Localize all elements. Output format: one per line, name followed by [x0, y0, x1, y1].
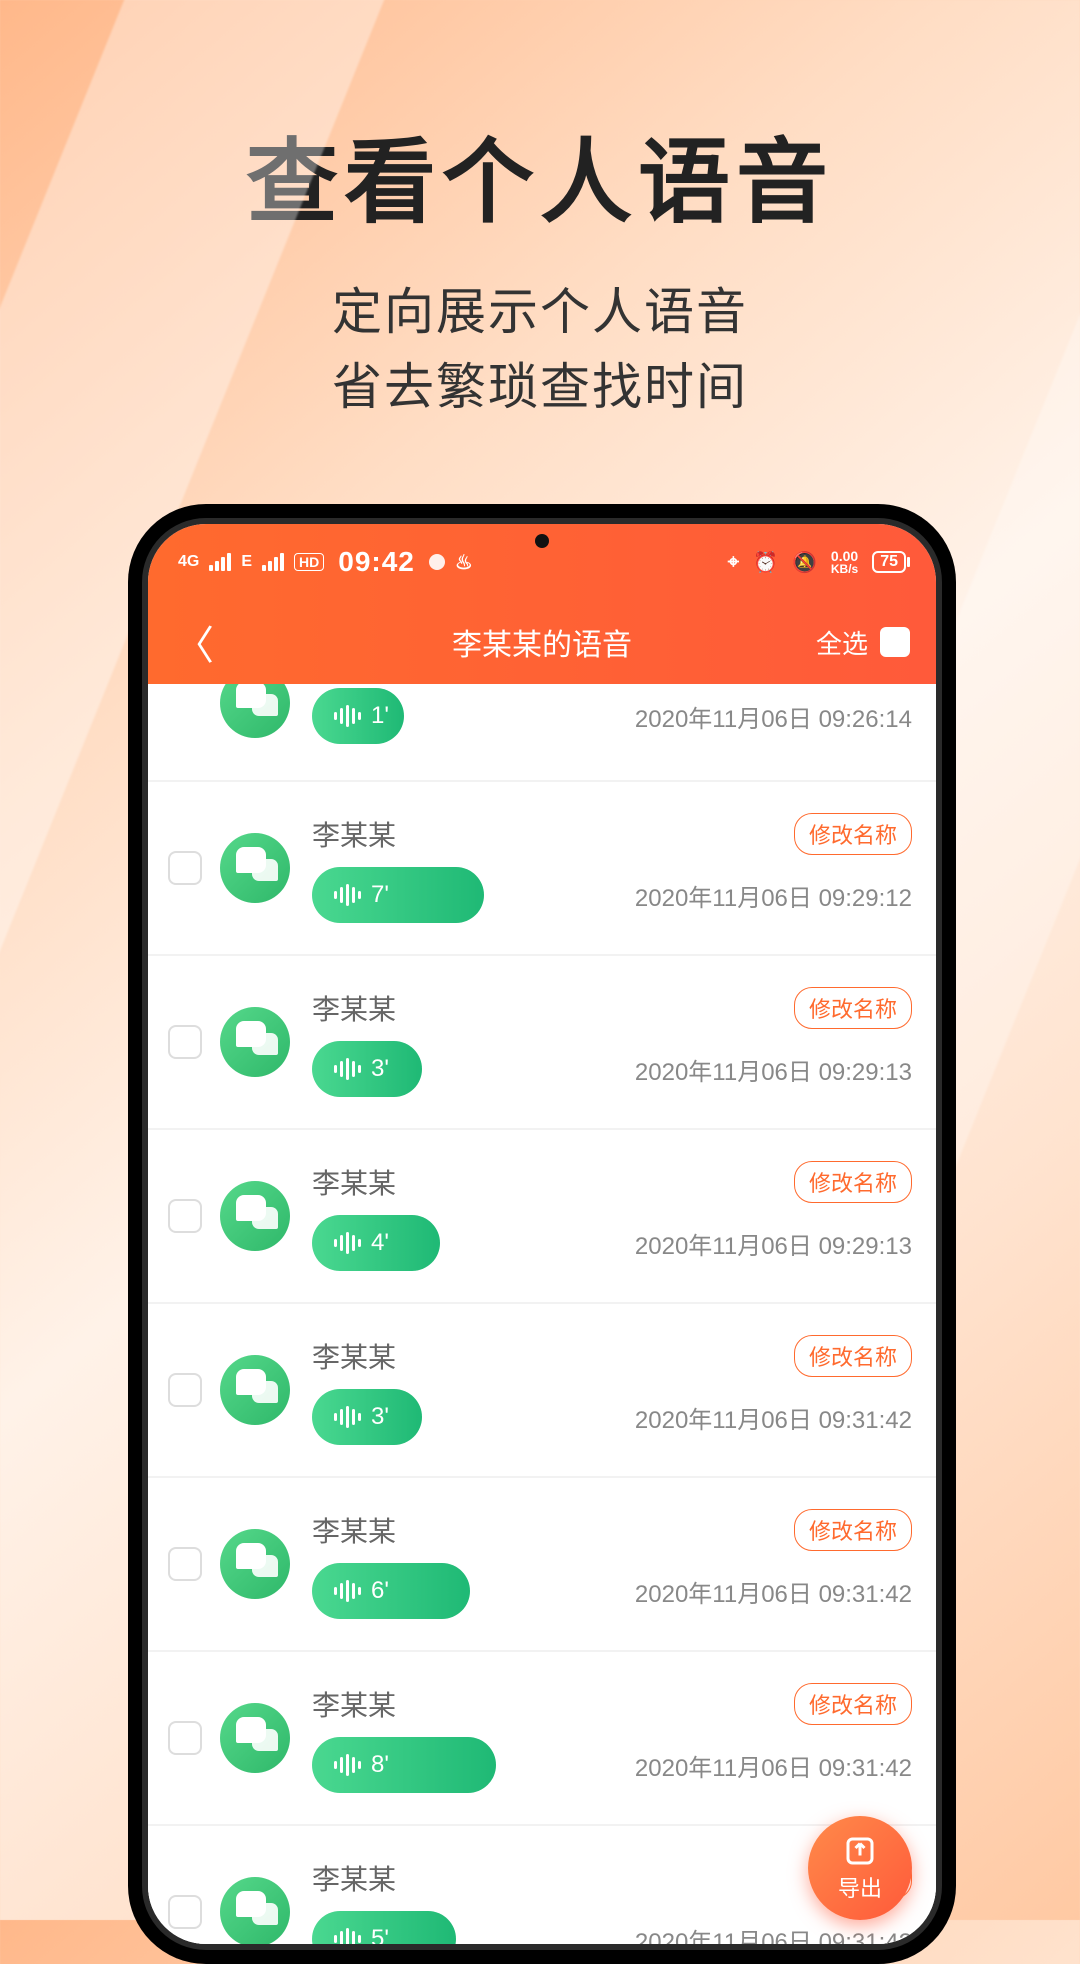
- wechat-avatar-icon: [220, 1703, 290, 1773]
- signal-icon-2: [262, 553, 284, 571]
- message-dot-icon: [429, 554, 445, 570]
- network-e-label: E: [241, 553, 252, 571]
- item-checkbox[interactable]: [168, 1199, 202, 1233]
- contact-name: 李某某: [312, 814, 396, 854]
- item-checkbox[interactable]: [168, 1373, 202, 1407]
- duration: 3': [371, 1403, 389, 1431]
- export-fab[interactable]: 导出: [808, 1816, 912, 1920]
- phone-screen: 4G E HD 09:42 ♨ ⌖ ⏰ 🔕 0.00 KB/s: [148, 524, 936, 1944]
- promo-subtitle: 定向展示个人语音 省去繁琐查找时间: [0, 275, 1080, 425]
- item-checkbox[interactable]: [168, 1895, 202, 1929]
- contact-name: 李某某: [312, 1858, 396, 1898]
- item-checkbox[interactable]: [168, 1721, 202, 1755]
- export-label: 导出: [838, 1871, 882, 1903]
- voice-list[interactable]: 1'2020年11月06日 09:26:14李某某修改名称7'2020年11月0…: [148, 684, 936, 1944]
- voice-item[interactable]: 李某某 修改名称 3' 2020年11月06日 09:31:42: [148, 1304, 936, 1476]
- edit-name-button[interactable]: 修改名称: [794, 1683, 912, 1725]
- voice-bubble[interactable]: 7': [312, 867, 484, 923]
- voice-bubble[interactable]: 5': [312, 1911, 456, 1944]
- voice-bubble[interactable]: 4': [312, 1215, 440, 1271]
- promo-sub-line2: 省去繁琐查找时间: [0, 350, 1080, 425]
- app-header: 〈 李某某的语音 全选: [148, 600, 936, 684]
- timestamp: 2020年11月06日 09:31:42: [635, 1574, 912, 1609]
- contact-name: 李某某: [312, 1684, 396, 1724]
- edit-name-button[interactable]: 修改名称: [794, 1509, 912, 1551]
- camera-notch: [535, 534, 549, 548]
- signal-icon: [209, 553, 231, 571]
- edit-name-button[interactable]: 修改名称: [794, 987, 912, 1029]
- bluetooth-icon: ⌖: [728, 551, 739, 574]
- alarm-icon: ⏰: [753, 550, 778, 575]
- wechat-avatar-icon: [220, 1529, 290, 1599]
- timestamp: 2020年11月06日 09:31:42: [635, 1400, 912, 1435]
- voice-item[interactable]: 1' 2020年11月06日 09:26:14: [148, 684, 936, 780]
- timestamp: 2020年11月06日 09:26:14: [635, 699, 912, 734]
- voice-bubble[interactable]: 3': [312, 1389, 422, 1445]
- voice-bubble[interactable]: 8': [312, 1737, 496, 1793]
- wechat-avatar-icon: [220, 1877, 290, 1944]
- select-all-checkbox[interactable]: [880, 627, 910, 657]
- kb-value: 0.00: [831, 549, 858, 563]
- timestamp: 2020年11月06日 09:31:42: [635, 1748, 912, 1783]
- timestamp: 2020年11月06日 09:29:13: [635, 1226, 912, 1261]
- duration: 5': [371, 1925, 389, 1944]
- duration: 1': [371, 702, 389, 730]
- edit-name-button[interactable]: 修改名称: [794, 1161, 912, 1203]
- duration: 6': [371, 1577, 389, 1605]
- waveform-icon: [334, 705, 361, 727]
- duration: 3': [371, 1055, 389, 1083]
- voice-bubble[interactable]: 1': [312, 688, 404, 744]
- timestamp: 2020年11月06日 09:29:13: [635, 1052, 912, 1087]
- voice-item[interactable]: 李某某 修改名称 8' 2020年11月06日 09:31:42: [148, 1652, 936, 1824]
- mute-icon: 🔕: [792, 550, 817, 575]
- waveform-icon: [334, 1928, 361, 1944]
- item-checkbox[interactable]: [168, 1547, 202, 1581]
- network-4g-label: 4G: [178, 553, 199, 571]
- waveform-icon: [334, 1232, 361, 1254]
- network-speed: 0.00 KB/s: [831, 549, 858, 575]
- waveform-icon: [334, 884, 361, 906]
- page-title: 李某某的语音: [452, 620, 632, 664]
- export-icon: [842, 1833, 878, 1869]
- edit-name-button[interactable]: 修改名称: [794, 1335, 912, 1377]
- waveform-icon: [334, 1406, 361, 1428]
- edit-name-button[interactable]: 修改名称: [794, 813, 912, 855]
- item-checkbox[interactable]: [168, 1025, 202, 1059]
- wechat-avatar-icon: [220, 1181, 290, 1251]
- promo-title: 查看个人语音: [0, 0, 1080, 241]
- waveform-icon: [334, 1058, 361, 1080]
- voice-item[interactable]: 李某某 修改名称 7' 2020年11月06日 09:29:12: [148, 782, 936, 954]
- contact-name: 李某某: [312, 1510, 396, 1550]
- timestamp: 2020年11月06日 09:31:42: [635, 1922, 912, 1945]
- contact-name: 李某某: [312, 1336, 396, 1376]
- item-checkbox[interactable]: [168, 851, 202, 885]
- battery-icon: 75: [872, 551, 906, 573]
- clock: 09:42: [338, 546, 415, 578]
- select-all-button[interactable]: 全选: [816, 624, 910, 661]
- hd-badge: HD: [294, 553, 324, 571]
- waveform-icon: [334, 1580, 361, 1602]
- back-button[interactable]: 〈: [174, 613, 214, 671]
- phone-frame: 4G E HD 09:42 ♨ ⌖ ⏰ 🔕 0.00 KB/s: [128, 504, 956, 1964]
- select-all-label: 全选: [816, 624, 868, 661]
- voice-item[interactable]: 李某某 修改名称 3' 2020年11月06日 09:29:13: [148, 956, 936, 1128]
- voice-bubble[interactable]: 3': [312, 1041, 422, 1097]
- flame-icon: ♨: [455, 550, 473, 575]
- contact-name: 李某某: [312, 988, 396, 1028]
- voice-item[interactable]: 李某某 修改名称 4' 2020年11月06日 09:29:13: [148, 1130, 936, 1302]
- wechat-avatar-icon: [220, 1355, 290, 1425]
- waveform-icon: [334, 1754, 361, 1776]
- duration: 7': [371, 881, 389, 909]
- duration: 8': [371, 1751, 389, 1779]
- kb-unit: KB/s: [831, 563, 858, 575]
- voice-item[interactable]: 李某某 修改名称 6' 2020年11月06日 09:31:42: [148, 1478, 936, 1650]
- promo-sub-line1: 定向展示个人语音: [0, 275, 1080, 350]
- voice-bubble[interactable]: 6': [312, 1563, 470, 1619]
- wechat-avatar-icon: [220, 684, 290, 738]
- wechat-avatar-icon: [220, 833, 290, 903]
- contact-name: 李某某: [312, 1162, 396, 1202]
- timestamp: 2020年11月06日 09:29:12: [635, 878, 912, 913]
- wechat-avatar-icon: [220, 1007, 290, 1077]
- duration: 4': [371, 1229, 389, 1257]
